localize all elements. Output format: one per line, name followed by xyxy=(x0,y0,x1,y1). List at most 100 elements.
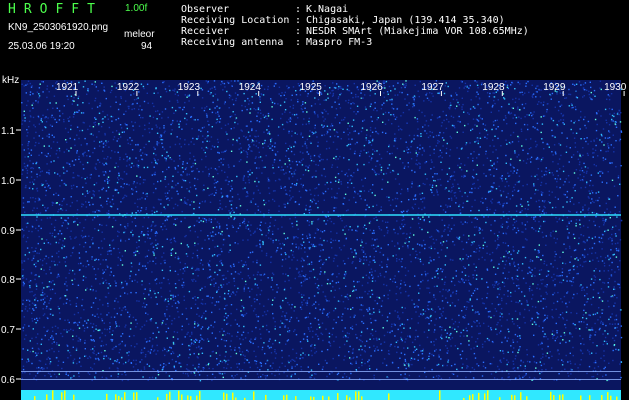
noise-speck xyxy=(119,224,122,226)
noise-speck xyxy=(408,134,411,137)
noise-speck xyxy=(505,117,507,119)
noise-speck xyxy=(193,372,196,374)
noise-speck xyxy=(205,80,207,82)
noise-speck xyxy=(482,244,485,247)
noise-speck xyxy=(304,141,306,143)
noise-speck xyxy=(209,260,211,262)
noise-speck xyxy=(384,123,387,125)
noise-speck xyxy=(430,341,432,343)
noise-speck xyxy=(38,123,41,125)
noise-speck xyxy=(391,362,394,364)
noise-speck xyxy=(352,119,355,121)
noise-speck xyxy=(283,371,285,374)
noise-speck xyxy=(266,360,268,362)
noise-speck xyxy=(481,118,483,120)
noise-speck xyxy=(534,127,536,129)
noise-speck xyxy=(486,292,489,295)
noise-speck xyxy=(208,367,210,370)
noise-speck xyxy=(373,229,375,232)
noise-speck xyxy=(55,153,57,155)
noise-speck xyxy=(283,244,285,246)
noise-speck xyxy=(182,281,185,284)
noise-speck xyxy=(555,337,557,340)
noise-speck xyxy=(201,97,204,99)
noise-speck xyxy=(99,223,101,226)
noise-speck xyxy=(471,367,474,369)
noise-speck xyxy=(590,174,593,176)
noise-speck xyxy=(226,304,228,306)
noise-speck xyxy=(396,299,398,301)
noise-speck xyxy=(283,187,285,189)
noise-speck xyxy=(380,108,383,110)
noise-speck xyxy=(111,150,113,152)
noise-speck xyxy=(358,366,360,369)
noise-speck xyxy=(86,155,88,157)
noise-speck xyxy=(117,256,119,259)
noise-speck xyxy=(559,256,561,258)
noise-speck xyxy=(171,323,173,325)
noise-speck xyxy=(190,166,193,168)
noise-speck xyxy=(91,197,93,199)
noise-speck xyxy=(440,236,443,238)
noise-speck xyxy=(224,292,226,295)
noise-speck xyxy=(355,253,357,255)
noise-speck xyxy=(60,217,63,219)
noise-speck xyxy=(154,159,156,161)
noise-speck xyxy=(230,355,232,358)
noise-speck xyxy=(607,229,609,231)
noise-speck xyxy=(306,237,309,239)
noise-speck xyxy=(234,294,237,296)
noise-speck xyxy=(350,103,352,105)
noise-speck xyxy=(309,322,312,325)
noise-speck xyxy=(605,229,607,232)
noise-speck xyxy=(177,165,179,167)
noise-speck xyxy=(441,270,443,273)
noise-speck xyxy=(71,160,74,162)
noise-speck xyxy=(339,87,341,89)
noise-speck xyxy=(541,231,544,234)
noise-speck xyxy=(361,361,363,364)
noise-speck xyxy=(560,119,562,121)
noise-speck xyxy=(234,121,236,124)
noise-speck xyxy=(384,81,386,83)
noise-speck xyxy=(433,242,435,244)
noise-speck xyxy=(333,196,335,198)
noise-speck xyxy=(354,249,356,251)
noise-speck xyxy=(347,122,349,124)
noise-speck xyxy=(205,310,207,312)
noise-speck xyxy=(585,127,587,129)
noise-speck xyxy=(525,138,527,141)
noise-speck xyxy=(546,317,548,319)
noise-speck xyxy=(326,140,328,143)
noise-speck xyxy=(211,311,213,314)
noise-speck xyxy=(559,342,561,344)
noise-speck xyxy=(458,204,461,206)
noise-speck xyxy=(611,323,614,325)
noise-speck xyxy=(407,335,409,337)
noise-speck xyxy=(345,210,348,212)
noise-speck xyxy=(264,362,267,365)
noise-speck xyxy=(439,155,442,157)
noise-speck xyxy=(296,220,298,223)
noise-speck xyxy=(150,349,152,351)
noise-speck xyxy=(391,240,393,242)
noise-speck xyxy=(493,175,495,177)
noise-speck xyxy=(219,260,221,263)
noise-speck xyxy=(513,261,515,263)
noise-speck xyxy=(198,206,200,209)
noise-speck xyxy=(428,287,430,289)
noise-speck xyxy=(78,372,80,374)
noise-speck xyxy=(254,278,256,280)
noise-speck xyxy=(480,200,482,203)
noise-speck xyxy=(159,136,161,138)
noise-speck xyxy=(436,285,438,287)
noise-speck xyxy=(309,189,311,191)
noise-speck xyxy=(22,281,25,283)
noise-speck xyxy=(468,340,470,342)
noise-speck xyxy=(546,111,548,113)
noise-speck xyxy=(524,208,526,210)
noise-speck xyxy=(510,158,512,160)
noise-speck xyxy=(541,175,543,178)
noise-speck xyxy=(482,237,485,239)
noise-speck xyxy=(610,249,612,251)
